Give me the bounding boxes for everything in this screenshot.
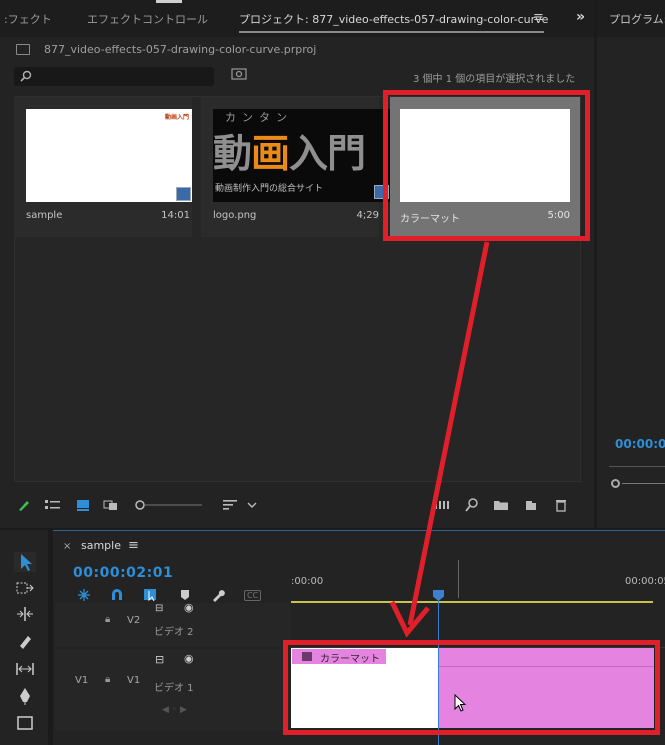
eye-icon[interactable]: ◉ bbox=[184, 652, 194, 665]
item-name: sample bbox=[26, 210, 63, 221]
logo-subtitle: 動画制作入門の総合サイト bbox=[215, 184, 324, 194]
sync-lock-icon[interactable]: ⊟ bbox=[155, 603, 163, 614]
annotation-highlight-timeline-clip bbox=[283, 640, 660, 735]
logo-main-text: 動画入門 bbox=[213, 123, 366, 179]
program-zoom-bar[interactable] bbox=[622, 483, 665, 484]
automate-to-sequence-icon[interactable] bbox=[434, 497, 450, 513]
track-name-v2: ビデオ 2 bbox=[154, 627, 194, 638]
track-name-v1: ビデオ 1 bbox=[154, 683, 194, 694]
item-name: logo.png bbox=[213, 210, 257, 221]
item-thumbnail: 動画入門 bbox=[26, 109, 192, 202]
nest-toggle-icon[interactable] bbox=[77, 588, 91, 602]
project-item-sample[interactable]: 動画入門 sample 14:01 bbox=[14, 97, 192, 237]
ruler-tick bbox=[458, 560, 459, 598]
program-timecode[interactable]: 00:00:0 bbox=[615, 437, 665, 451]
new-bin-icon[interactable] bbox=[493, 497, 509, 513]
logo-char-right: 入門 bbox=[289, 132, 366, 177]
icon-view-icon[interactable] bbox=[76, 497, 90, 513]
overflow-chevron-icon[interactable]: » bbox=[576, 9, 585, 25]
sequence-badge-icon bbox=[176, 187, 191, 201]
sync-lock-icon[interactable]: ⊟ bbox=[155, 653, 164, 666]
ripple-edit-tool-icon[interactable] bbox=[14, 604, 36, 624]
logo-char-accent: 画 bbox=[251, 132, 290, 177]
snap-magnet-icon[interactable] bbox=[110, 588, 124, 602]
ruler-end-label: 00:00:05 bbox=[625, 576, 665, 587]
lock-icon[interactable]: 🔒︎ bbox=[105, 614, 110, 625]
logo-char-left: 動 bbox=[213, 132, 252, 177]
selection-tool-icon[interactable] bbox=[14, 552, 36, 572]
track-header-v2: 🔒︎ V2 ⊟ ◉ ビデオ 2 bbox=[55, 601, 290, 647]
track-target-v1[interactable]: V1 bbox=[127, 675, 140, 686]
tab-effect-controls[interactable]: エフェクトコントロール bbox=[87, 11, 208, 27]
sequence-menu-icon[interactable]: ≡ bbox=[128, 538, 139, 553]
tab-project[interactable]: プロジェクト: 877_video-effects-057-drawing-co… bbox=[239, 11, 548, 27]
wrench-icon[interactable] bbox=[211, 588, 225, 602]
annotation-highlight-project-item bbox=[383, 90, 590, 241]
sort-icon[interactable] bbox=[222, 497, 238, 513]
keyframe-nav-icon[interactable]: ◀ ◦ ▶ bbox=[162, 705, 187, 715]
find-in-bin-icon[interactable] bbox=[231, 68, 247, 82]
source-patch-v1[interactable]: V1 bbox=[75, 675, 88, 686]
item-duration: 14:01 bbox=[161, 210, 190, 221]
razor-tool-icon[interactable] bbox=[14, 632, 36, 652]
eye-icon[interactable]: ◉ bbox=[184, 601, 194, 614]
project-search-input[interactable] bbox=[14, 67, 214, 86]
selection-status: 3 個中 1 個の項目が選択されました bbox=[413, 74, 576, 85]
captions-cc-icon[interactable]: CC bbox=[244, 590, 262, 601]
ruler-start-label: :00:00 bbox=[291, 576, 324, 587]
program-scrub-line bbox=[609, 466, 665, 467]
mini-logo: 動画入門 bbox=[164, 114, 189, 121]
timeline-timecode[interactable]: 00:00:02:01 bbox=[73, 565, 173, 581]
search-icon bbox=[20, 70, 32, 82]
track-select-tool-icon[interactable] bbox=[14, 579, 36, 599]
zoom-slider[interactable] bbox=[134, 497, 204, 513]
project-item-logo[interactable]: カンタン 動画入門 動画制作入門の総合サイト logo.png 4;29 bbox=[201, 97, 391, 237]
close-icon[interactable]: × bbox=[63, 541, 71, 552]
item-duration: 4;29 bbox=[356, 210, 379, 221]
new-item-icon[interactable] bbox=[524, 497, 538, 513]
pencil-icon[interactable] bbox=[17, 497, 31, 513]
project-file-path: 877_video-effects-057-drawing-color-curv… bbox=[44, 43, 317, 56]
tab-sequence[interactable]: sample bbox=[81, 539, 121, 552]
tab-effects[interactable]: :フェクト bbox=[4, 11, 52, 27]
track-header-v1: V1 🔒︎ V1 ⊟ ◉ ビデオ 1 ◀ ◦ ▶ bbox=[55, 649, 290, 731]
project-folder-icon bbox=[16, 44, 30, 55]
tab-program[interactable]: プログラム: bbox=[609, 11, 665, 27]
tab-indicator bbox=[156, 0, 182, 3]
item-thumbnail: カンタン 動画入門 動画制作入門の総合サイト bbox=[213, 109, 391, 202]
trash-icon[interactable] bbox=[554, 497, 568, 513]
slip-tool-icon[interactable] bbox=[14, 659, 36, 679]
lock-icon[interactable]: 🔒︎ bbox=[105, 674, 110, 685]
linked-selection-icon[interactable] bbox=[143, 588, 159, 602]
find-icon[interactable] bbox=[465, 497, 479, 513]
project-bottom-toolbar bbox=[0, 497, 594, 521]
chevron-down-icon[interactable] bbox=[246, 497, 258, 513]
active-tab-underline bbox=[239, 31, 544, 33]
panel-menu-icon[interactable]: ≡ bbox=[533, 10, 544, 25]
track-target-v2[interactable]: V2 bbox=[127, 615, 140, 626]
program-zoom-knob[interactable] bbox=[611, 479, 620, 488]
freeform-view-icon[interactable] bbox=[103, 497, 123, 513]
list-view-icon[interactable] bbox=[44, 497, 62, 513]
pen-tool-icon[interactable] bbox=[14, 686, 36, 706]
work-area-bar[interactable] bbox=[291, 601, 653, 603]
rectangle-tool-icon[interactable] bbox=[14, 713, 36, 733]
add-marker-icon[interactable] bbox=[179, 588, 191, 602]
